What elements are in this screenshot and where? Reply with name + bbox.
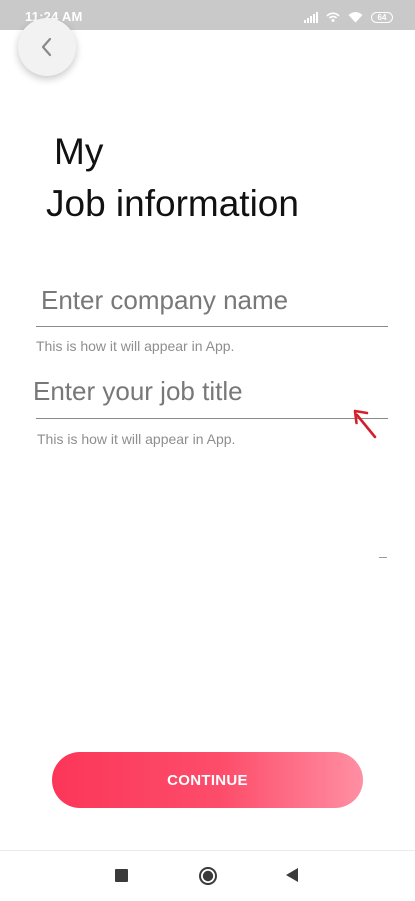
- square-icon[interactable]: [115, 869, 128, 882]
- chevron-left-icon: [41, 37, 52, 57]
- job-title-underline: [36, 418, 388, 419]
- continue-button[interactable]: CONTINUE: [52, 752, 363, 808]
- battery-level: 64: [377, 12, 387, 22]
- company-name-field[interactable]: Enter company name: [41, 284, 288, 316]
- back-button[interactable]: [18, 18, 76, 76]
- signal-icon: [304, 11, 318, 23]
- annotation-arrow-icon: [353, 409, 377, 439]
- page-title-line-2: Job information: [46, 183, 299, 224]
- status-icons: 64: [304, 10, 393, 24]
- continue-label: CONTINUE: [167, 771, 248, 789]
- wifi-icon: [348, 12, 363, 23]
- job-title-helper: This is how it will appear in App.: [37, 431, 236, 447]
- job-title-field[interactable]: Enter your job title: [33, 375, 243, 407]
- triangle-back-icon[interactable]: [285, 867, 299, 883]
- circle-home-icon[interactable]: [198, 866, 218, 886]
- page-title-line-1: My: [54, 131, 104, 172]
- company-name-helper: This is how it will appear in App.: [36, 338, 235, 354]
- hotspot-icon: [326, 12, 340, 22]
- navigation-bar: [0, 850, 415, 901]
- company-name-underline: [36, 326, 388, 327]
- battery-icon: 64: [371, 11, 393, 23]
- divider-mark: [379, 557, 387, 558]
